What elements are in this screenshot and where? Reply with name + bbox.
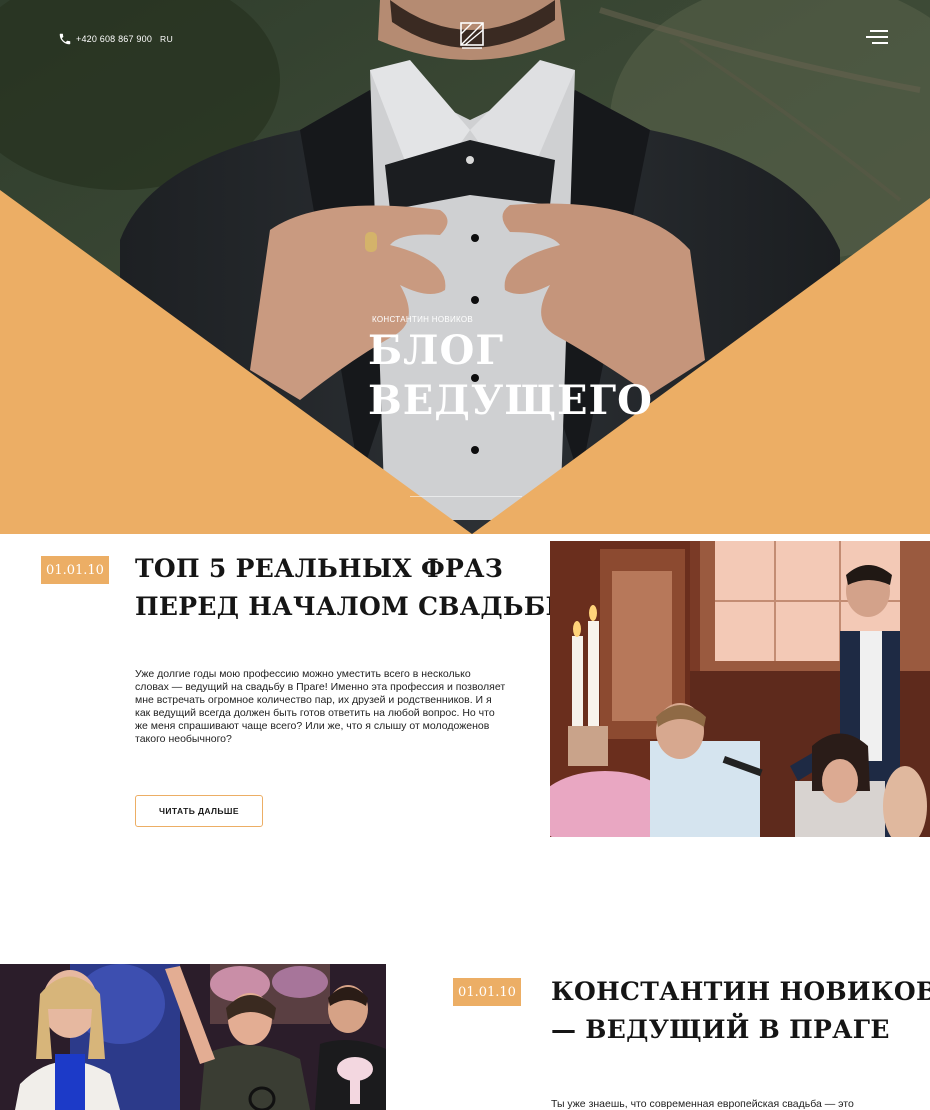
phone-number: +420 608 867 900 — [76, 34, 153, 44]
hero-orange-wedge — [0, 190, 930, 534]
post-excerpt-line: мне встречать огромное количество пар, и… — [135, 694, 492, 706]
post-excerpt-line: как ведущий всегда должен быть готов отв… — [135, 707, 495, 719]
post-date-badge: 01.01.10 — [41, 556, 109, 584]
hero-section: +420 608 867 900 RU КОНСТАНТИН НОВИКОВ Б… — [0, 0, 930, 534]
page-title: БЛОГ ВЕДУЩЕГО — [368, 326, 653, 426]
hero-divider — [410, 496, 522, 497]
post-photo-party-guests[interactable] — [0, 964, 386, 1110]
phone-link[interactable]: +420 608 867 900 — [58, 32, 152, 46]
page-title-line2: ВЕДУЩЕГО — [368, 377, 653, 424]
post-photo-host-with-guests[interactable] — [550, 541, 930, 837]
hero-subtitle: КОНСТАНТИН НОВИКОВ — [372, 315, 474, 324]
post-excerpt: Уже долгие годы мою профессию можно умес… — [135, 668, 535, 746]
post-excerpt-line: Ты уже знаешь, что современная европейск… — [551, 1098, 854, 1110]
post-date-badge: 01.01.10 — [453, 978, 521, 1006]
post-excerpt-line: словах — ведущий на свадьбу в Праге! Име… — [135, 681, 506, 693]
post-title[interactable]: КОНСТАНТИН НОВИКОВ — ВЕДУЩИЙ В ПРАГЕ — [551, 973, 930, 1049]
burger-menu-icon[interactable] — [866, 30, 888, 44]
post-excerpt: Ты уже знаешь, что современная европейск… — [551, 1098, 921, 1110]
post-excerpt-line: же меня спрашивают чаще всего? Или же, ч… — [135, 720, 490, 732]
post-title-line1: КОНСТАНТИН НОВИКОВ — [551, 977, 930, 1006]
phone-icon — [59, 33, 71, 45]
brand-logo-icon[interactable] — [460, 22, 486, 52]
post-excerpt-line: такого необычного? — [135, 733, 232, 745]
post-title[interactable]: ТОП 5 РЕАЛЬНЫХ ФРАЗ ПЕРЕД НАЧАЛОМ СВАДЬБ… — [135, 550, 576, 626]
read-more-button[interactable]: ЧИТАТЬ ДАЛЬШЕ — [135, 795, 263, 827]
post-excerpt-line: Уже долгие годы мою профессию можно умес… — [135, 668, 471, 680]
post-title-line2: — ВЕДУЩИЙ В ПРАГЕ — [551, 1015, 890, 1044]
top-bar: +420 608 867 900 RU — [0, 0, 930, 80]
page-title-line1: БЛОГ — [368, 327, 505, 374]
language-switch[interactable]: RU — [160, 34, 173, 44]
post-title-line2: ПЕРЕД НАЧАЛОМ СВАДЬБЫ — [135, 592, 576, 621]
post-title-line1: ТОП 5 РЕАЛЬНЫХ ФРАЗ — [135, 554, 504, 583]
